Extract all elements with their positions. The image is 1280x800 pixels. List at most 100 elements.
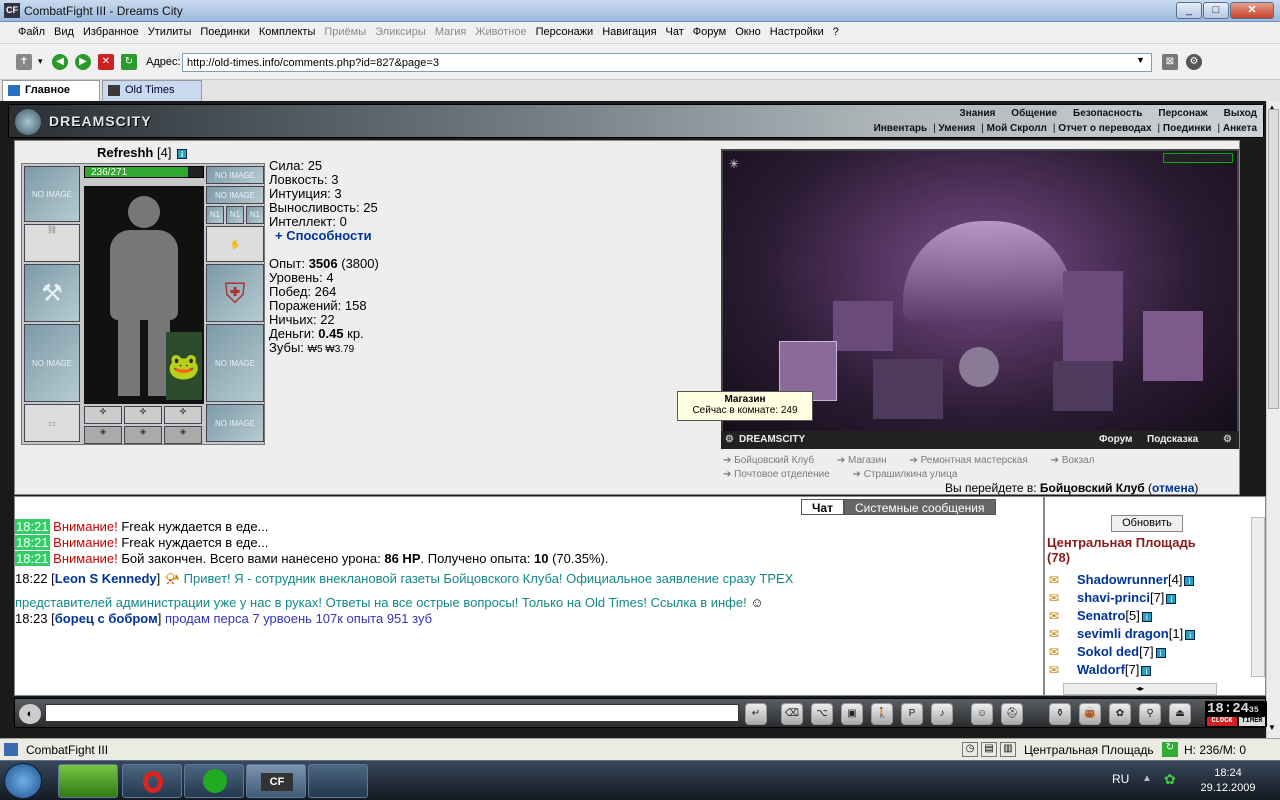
tray-icq-icon[interactable]: ✿ <box>1164 771 1176 788</box>
refresh-icon[interactable]: ↻ <box>121 54 137 70</box>
user-info-icon[interactable]: i <box>1184 575 1195 586</box>
smiley-button-icon[interactable]: ☺ <box>971 703 993 725</box>
room-link-station[interactable]: ➔ Вокзал <box>1051 455 1105 466</box>
slot-armor[interactable]: NO IMAGE <box>24 324 80 402</box>
maximize-button[interactable]: □ <box>1203 2 1229 19</box>
settings-gears-icon[interactable]: ⚙ <box>1186 54 1202 70</box>
clan-icon[interactable]: ⚱ <box>1049 703 1071 725</box>
menu-item-3[interactable]: Утилиты <box>148 26 192 38</box>
status-clock-icon[interactable]: ◷ <box>962 742 978 757</box>
address-dropdown-icon[interactable]: ▼ <box>1136 55 1145 65</box>
pet-frog-icon[interactable]: 🐸 <box>166 332 202 400</box>
eraser-icon[interactable]: ⌫ <box>781 703 803 725</box>
map-tower-right[interactable] <box>1063 271 1123 361</box>
menu-item-0[interactable]: Файл <box>18 26 45 38</box>
menu-item-16[interactable]: ? <box>833 26 839 38</box>
tray-chevron-icon[interactable]: ▲ <box>1142 773 1152 784</box>
menu-item-15[interactable]: Настройки <box>770 26 824 38</box>
cow-icon[interactable]: ✿ <box>1109 703 1131 725</box>
start-button-icon[interactable] <box>4 763 42 799</box>
lock-icon[interactable]: ⚲ <box>1139 703 1161 725</box>
language-indicator[interactable]: RU <box>1112 772 1129 786</box>
game-nav-nav_bottom-1[interactable]: Умения <box>933 123 976 134</box>
status-room-icon[interactable]: ▥ <box>1000 742 1016 757</box>
character-name[interactable]: Refreshh <box>97 145 153 160</box>
taskbar-app-icq-icon[interactable] <box>308 764 368 798</box>
status-book-icon[interactable]: ▤ <box>981 742 997 757</box>
stop-icon[interactable]: ✕ <box>98 54 114 70</box>
user-name[interactable]: Sokol ded <box>1077 644 1139 659</box>
menu-item-2[interactable]: Избранное <box>83 26 139 38</box>
refresh-users-button[interactable]: Обновить <box>1111 515 1183 532</box>
user-name[interactable]: Senatro <box>1077 608 1125 623</box>
abilities-link[interactable]: + Способности <box>269 229 379 243</box>
clear-icon[interactable]: ⊠ <box>1162 54 1178 70</box>
map-building-front[interactable] <box>873 359 943 419</box>
pin-icon[interactable]: ✝ <box>16 54 32 70</box>
user-info-icon[interactable]: i <box>1141 611 1152 622</box>
map-hint-link[interactable]: Подсказка <box>1147 434 1198 445</box>
game-nav-nav_top-3[interactable]: Персонаж <box>1158 108 1207 119</box>
private-message-icon[interactable]: ✉ <box>1049 571 1067 587</box>
helmet-icon[interactable]: ⛑ <box>1001 703 1023 725</box>
user-info-icon[interactable]: i <box>1155 647 1166 658</box>
minimize-button[interactable]: _ <box>1176 2 1202 19</box>
private-message-icon[interactable]: ✉ <box>1049 661 1067 677</box>
chat-sender[interactable]: борец с бобром <box>55 611 158 626</box>
map-building-left[interactable] <box>833 301 893 351</box>
game-nav-nav_top-1[interactable]: Общение <box>1011 108 1057 119</box>
send-icon[interactable]: ↵ <box>745 703 767 725</box>
game-nav-nav_bottom-2[interactable]: Мой Скролл <box>981 123 1047 134</box>
exit-icon[interactable]: ⏏ <box>1169 703 1191 725</box>
slot-gloves-icon[interactable]: ✋ <box>206 226 264 262</box>
game-nav-nav_bottom-4[interactable]: Поединки <box>1158 123 1212 134</box>
status-refresh-icon[interactable]: ↻ <box>1162 742 1178 757</box>
slot-belt-icon[interactable]: ▭ <box>24 404 80 442</box>
gem-slot-3-icon[interactable]: ◈ <box>164 426 202 444</box>
map-house-right[interactable] <box>1143 311 1203 381</box>
tab-system-messages[interactable]: Системные сообщения <box>843 499 996 515</box>
vertical-scrollbar[interactable]: ▲ ▼ <box>1266 101 1280 738</box>
save-icon[interactable]: ▣ <box>841 703 863 725</box>
chat-speaker-icon[interactable]: ◐ <box>19 704 41 724</box>
menu-item-1[interactable]: Вид <box>54 26 74 38</box>
game-nav-nav_bottom-0[interactable]: Инвентарь <box>874 123 928 134</box>
game-nav-nav_top-2[interactable]: Безопасность <box>1073 108 1142 119</box>
scroll-down-icon[interactable]: ▼ <box>1268 723 1276 732</box>
slot-earrings[interactable]: NO IMAGE <box>206 166 264 184</box>
menu-item-7[interactable]: Эликсиры <box>375 26 426 38</box>
menu-item-11[interactable]: Навигация <box>602 26 656 38</box>
taskbar-app-opera-icon[interactable] <box>122 764 182 798</box>
user-info-icon[interactable]: i <box>1141 665 1152 676</box>
map-fountain[interactable] <box>959 347 999 387</box>
user-name[interactable]: sevimli dragon <box>1077 626 1169 641</box>
users-scrollbar[interactable] <box>1251 517 1265 677</box>
tab-old-times[interactable]: Old Times <box>102 80 202 101</box>
ring-slot-3[interactable]: N1 <box>246 206 264 224</box>
taskbar-app-aimp-icon[interactable] <box>58 764 118 798</box>
slot-weapon-hammer-icon[interactable]: ⚒ <box>24 264 80 322</box>
rune-slot-1-icon[interactable]: ✤ <box>84 406 122 424</box>
bag-icon[interactable]: 👜 <box>1079 703 1101 725</box>
tray-clock[interactable]: 18:24 29.12.2009 <box>1198 766 1258 796</box>
menu-item-14[interactable]: Окно <box>735 26 761 38</box>
menu-item-5[interactable]: Комплекты <box>259 26 315 38</box>
user-name[interactable]: Waldorf <box>1077 662 1125 677</box>
music-icon[interactable]: ♪ <box>931 703 953 725</box>
close-button[interactable]: ✕ <box>1230 2 1274 19</box>
pin-dropdown-icon[interactable]: ▾ <box>38 56 43 67</box>
private-message-icon[interactable]: ✉ <box>1049 589 1067 605</box>
private-message-icon[interactable]: ✉ <box>1049 625 1067 641</box>
menu-item-6[interactable]: Приёмы <box>324 26 366 38</box>
slot-bracers-icon[interactable]: ⛓ <box>24 224 80 262</box>
character-info-icon[interactable]: i <box>177 148 188 159</box>
private-message-icon[interactable]: ✉ <box>1049 607 1067 623</box>
slot-helmet[interactable]: NO IMAGE <box>24 166 80 222</box>
menu-item-9[interactable]: Животное <box>475 26 526 38</box>
user-info-icon[interactable]: i <box>1185 629 1196 640</box>
filter-icon[interactable]: ⌥ <box>811 703 833 725</box>
chat-sender[interactable]: Leon S Kennedy <box>55 571 157 586</box>
slot-shield-icon[interactable]: ⛨ <box>206 264 264 322</box>
address-input[interactable] <box>182 53 1152 72</box>
menu-item-10[interactable]: Персонажи <box>536 26 594 38</box>
